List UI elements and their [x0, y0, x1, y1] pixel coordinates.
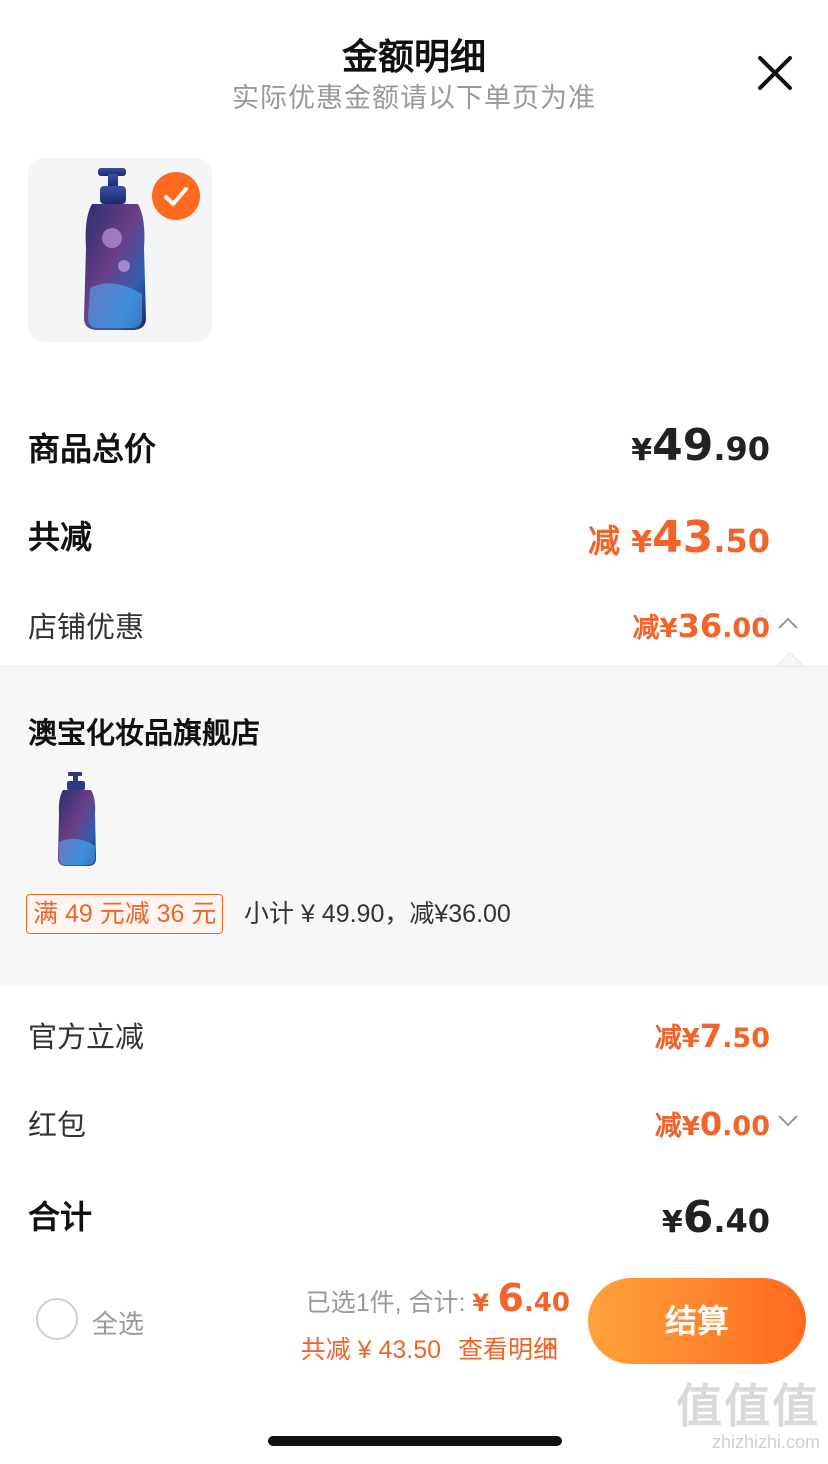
total-discount-row: 共减 减 ¥43.50: [28, 512, 800, 572]
header: 金额明细 实际优惠金额请以下单页为准: [0, 0, 828, 130]
chevron-up-icon[interactable]: [776, 612, 800, 636]
close-icon[interactable]: [752, 50, 798, 96]
promo-tag: 满 49 元减 36 元: [26, 894, 224, 934]
official-discount-value: 减¥7.50: [654, 1017, 770, 1055]
watermark-url: zhizhizhi.com: [711, 1432, 820, 1452]
checkout-bar: 全选 已选1件, 合计: ¥ 6.40 共减 ¥ 43.50 查看明细 结算: [0, 1270, 828, 1380]
store-discount-label: 店铺优惠: [28, 612, 145, 644]
red-packet-row[interactable]: 红包 减¥0.00: [28, 1102, 800, 1146]
page-title: 金额明细: [341, 36, 486, 77]
select-all-radio[interactable]: [36, 1298, 78, 1340]
promo-subtotal: 小计 ¥ 49.90，减¥36.00: [244, 900, 511, 928]
red-packet-label: 红包: [28, 1110, 87, 1142]
home-indicator[interactable]: [268, 1436, 562, 1446]
official-discount-label: 官方立减: [28, 1022, 145, 1054]
chevron-up-small-icon[interactable]: [542, 1338, 558, 1354]
chevron-down-icon[interactable]: [776, 1108, 800, 1132]
select-all-label[interactable]: 全选: [92, 1304, 144, 1341]
red-packet-value: 减¥0.00: [654, 1105, 770, 1143]
discount-summary: 共减 ¥ 43.50 查看明细: [300, 1336, 558, 1364]
check-icon[interactable]: [152, 172, 200, 220]
watermark-logo: 值值值: [676, 1380, 820, 1432]
grand-total-value: ¥6.40: [661, 1192, 770, 1243]
page-subtitle: 实际优惠金额请以下单页为准: [232, 83, 596, 113]
selected-summary: 已选1件, 合计: ¥ 6.40: [305, 1276, 570, 1320]
grand-total-row: 合计 ¥6.40: [28, 1192, 800, 1248]
checkout-button[interactable]: 结算: [588, 1278, 806, 1364]
store-name[interactable]: 澳宝化妆品旗舰店: [28, 710, 260, 752]
official-discount-row: 官方立减 减¥7.50: [28, 1014, 800, 1058]
total-price-value: ¥49.90: [631, 420, 770, 471]
total-price-label: 商品总价: [28, 431, 157, 467]
total-price-row: 商品总价 ¥49.90: [28, 420, 800, 484]
watermark: 值值值 zhizhizhi.com: [676, 1380, 820, 1452]
total-discount-label: 共减: [28, 519, 93, 555]
store-discount-row[interactable]: 店铺优惠 减¥36.00: [28, 604, 800, 648]
total-discount-value: 减 ¥43.50: [588, 512, 770, 563]
store-discount-value: 减¥36.00: [632, 607, 770, 645]
grand-total-label: 合计: [28, 1199, 93, 1235]
store-product-thumbnail[interactable]: [40, 770, 114, 870]
